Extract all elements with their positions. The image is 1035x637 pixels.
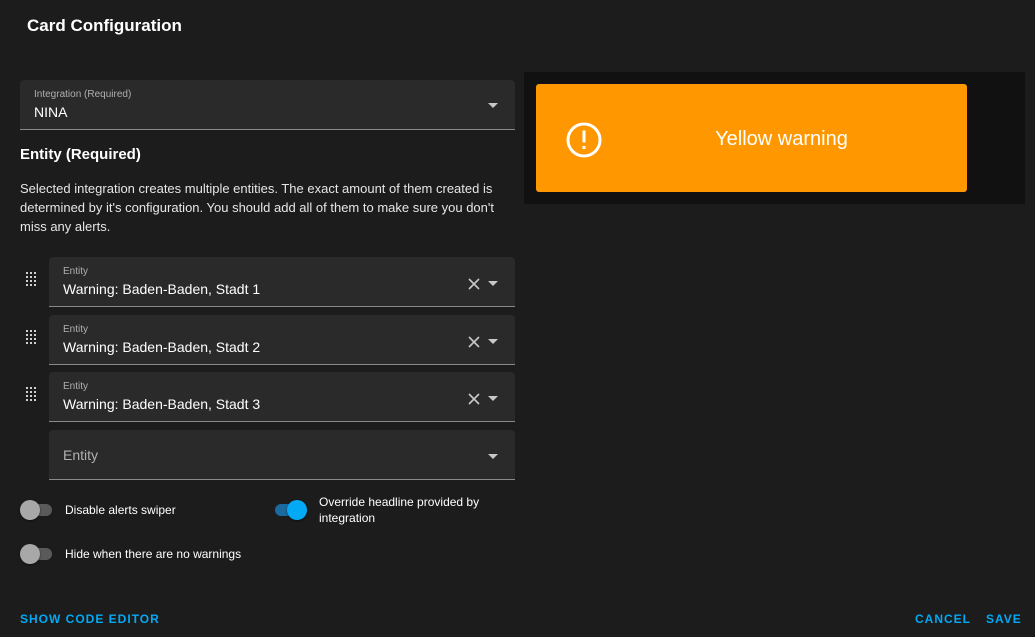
entity-label: Entity	[63, 266, 89, 277]
entity-section-description: Selected integration creates multiple en…	[20, 181, 494, 234]
chevron-down-icon[interactable]	[488, 396, 498, 401]
chevron-down-icon[interactable]	[488, 454, 498, 459]
hide-no-warnings-toggle[interactable]	[20, 544, 54, 564]
drag-handle-icon[interactable]	[25, 330, 37, 344]
entity-value: Warning: Baden-Baden, Stadt 2	[63, 339, 261, 355]
override-headline-toggle[interactable]	[273, 500, 307, 520]
new-entity-select[interactable]: Entity	[49, 430, 515, 480]
dialog-title: Card Configuration	[27, 16, 182, 35]
close-icon[interactable]	[467, 392, 481, 406]
chevron-down-icon[interactable]	[488, 103, 498, 108]
save-button[interactable]: Save	[986, 612, 1022, 626]
disable-swiper-toggle[interactable]	[20, 500, 54, 520]
entity-section-title: Entity (Required)	[20, 146, 141, 163]
entity-label: Entity	[63, 381, 89, 392]
cancel-button[interactable]: Cancel	[915, 612, 971, 626]
entity-select[interactable]: Entity Warning: Baden-Baden, Stadt 2	[49, 315, 515, 365]
alert-card: Yellow warning	[536, 84, 967, 192]
close-icon[interactable]	[467, 277, 481, 291]
chevron-down-icon[interactable]	[488, 281, 498, 286]
override-headline-label: Override headline provided by integratio…	[319, 495, 480, 525]
card-preview: Yellow warning	[524, 72, 1025, 204]
show-code-editor-button[interactable]: Show code editor	[20, 612, 160, 626]
chevron-down-icon[interactable]	[488, 339, 498, 344]
drag-handle-icon[interactable]	[25, 272, 37, 286]
entity-select[interactable]: Entity Warning: Baden-Baden, Stadt 3	[49, 372, 515, 422]
entity-value: Warning: Baden-Baden, Stadt 1	[63, 281, 261, 297]
disable-swiper-label: Disable alerts swiper	[65, 503, 176, 517]
entity-select[interactable]: Entity Warning: Baden-Baden, Stadt 1	[49, 257, 515, 307]
integration-label: Integration (Required)	[34, 89, 132, 100]
new-entity-placeholder: Entity	[63, 447, 99, 463]
integration-select[interactable]: Integration (Required) NINA	[20, 80, 515, 130]
integration-value: NINA	[34, 104, 68, 120]
close-icon[interactable]	[467, 335, 481, 349]
alert-text: Yellow warning	[715, 128, 848, 150]
entity-value: Warning: Baden-Baden, Stadt 3	[63, 396, 261, 412]
drag-handle-icon[interactable]	[25, 387, 37, 401]
entity-label: Entity	[63, 324, 89, 335]
hide-no-warnings-label: Hide when there are no warnings	[65, 547, 242, 561]
